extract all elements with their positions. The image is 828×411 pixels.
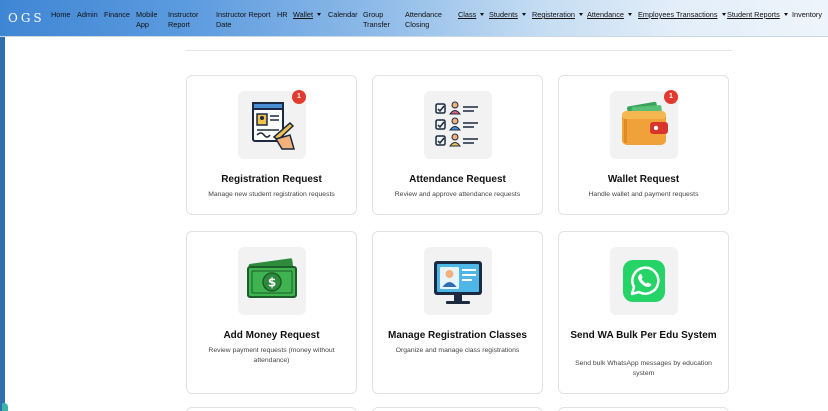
card-icon-box	[424, 247, 492, 315]
nav-employees-transactions-label: Employees Transactions	[638, 10, 718, 19]
left-edge-corner	[2, 403, 8, 411]
nav-admin[interactable]: Admin	[77, 10, 98, 20]
card-wallet-request[interactable]: 1 Wallet Request Handle wallet and payme…	[558, 75, 729, 215]
nav-instructor-report[interactable]: Instructor Report	[168, 10, 208, 30]
card-send-wa-bulk[interactable]: Send WA Bulk Per Edu System Send bulk Wh…	[558, 231, 729, 394]
nav-wallet-label: Wallet	[293, 10, 314, 19]
nav-hr[interactable]: HR	[277, 10, 288, 20]
nav-home[interactable]: Home	[51, 10, 70, 20]
card-title: Wallet Request	[607, 174, 680, 185]
nav-inventory[interactable]: Inventory	[792, 10, 822, 20]
money-bill-icon: $	[247, 258, 297, 298]
card-title: Attendance Request	[409, 174, 506, 185]
card-title: Add Money Request	[223, 330, 320, 341]
notification-badge: 1	[292, 90, 306, 104]
nav-mobile-app[interactable]: Mobile App	[136, 10, 162, 30]
nav-attendance-label: Attendance	[587, 10, 624, 19]
card-description: Organize and manage class registrations	[395, 347, 520, 354]
attendance-checklist-icon	[435, 101, 478, 147]
nav-student-reports-label: Student Reports	[727, 10, 780, 19]
notification-badge: 1	[664, 90, 678, 104]
nav-class-label: Class	[458, 10, 477, 19]
nav-employees-transactions-dropdown[interactable]: Employees Transactions	[638, 10, 726, 20]
chevron-down-icon	[783, 13, 788, 16]
card-title: Registration Request	[221, 174, 322, 185]
card-attendance-request[interactable]: Attendance Request Review and approve at…	[372, 75, 543, 215]
card-partial[interactable]	[372, 407, 543, 411]
card-partial[interactable]	[186, 407, 357, 411]
card-icon-box	[610, 247, 678, 315]
nav-students-dropdown[interactable]: Students	[489, 10, 526, 20]
nav-student-reports-dropdown[interactable]: Student Reports	[727, 10, 788, 20]
left-edge-strip	[0, 37, 5, 411]
nav-finance[interactable]: Finance	[104, 10, 130, 20]
computer-profile-icon	[434, 261, 482, 304]
chevron-down-icon	[480, 13, 485, 16]
chevron-down-icon	[521, 13, 526, 16]
card-icon-box	[424, 91, 492, 159]
chevron-down-icon	[317, 13, 322, 16]
chevron-down-icon	[721, 13, 726, 16]
divider	[186, 50, 732, 51]
chevron-down-icon	[579, 13, 583, 16]
card-manage-registration-classes[interactable]: Manage Registration Classes Organize and…	[372, 231, 543, 394]
card-icon-box: $	[238, 247, 306, 315]
brand-logo[interactable]: OGS	[8, 11, 45, 25]
nav-attendance-closing[interactable]: Attendance Closing	[405, 10, 449, 30]
card-description: Handle wallet and payment requests	[588, 191, 699, 198]
card-title: Manage Registration Classes	[388, 330, 527, 341]
nav-calendar[interactable]: Calendar	[328, 10, 358, 20]
top-navbar: OGS Home Admin Finance Mobile App Instru…	[0, 0, 828, 37]
card-add-money-request[interactable]: $ Add Money Request Review payment reque…	[186, 231, 357, 394]
nav-instructor-report-date[interactable]: Instructor Report Date	[216, 10, 274, 30]
card-description: Review and approve attendance requests	[394, 191, 521, 198]
nav-group-transfer[interactable]: Group Transfer	[363, 10, 397, 30]
nav-registeration-label: Registeration	[532, 10, 575, 19]
chevron-down-icon	[627, 13, 632, 16]
card-partial[interactable]	[558, 407, 729, 411]
card-title: Send WA Bulk Per Edu System	[570, 330, 717, 341]
svg-text:$: $	[268, 276, 276, 290]
nav-attendance-dropdown[interactable]: Attendance	[587, 10, 632, 20]
nav-class-dropdown[interactable]: Class	[458, 10, 485, 20]
nav-registeration-dropdown[interactable]: Registeration	[532, 10, 583, 20]
nav-wallet-dropdown[interactable]: Wallet	[293, 10, 322, 20]
whatsapp-icon	[623, 260, 665, 302]
nav-students-label: Students	[489, 10, 518, 19]
card-description: Manage new student registration requests	[208, 191, 335, 198]
card-description: Review payment requests (money without a…	[208, 347, 335, 364]
card-description: Send bulk WhatsApp messages by education…	[575, 360, 712, 377]
card-registration-request[interactable]: 1 Registration Request Manage new studen…	[186, 75, 357, 215]
